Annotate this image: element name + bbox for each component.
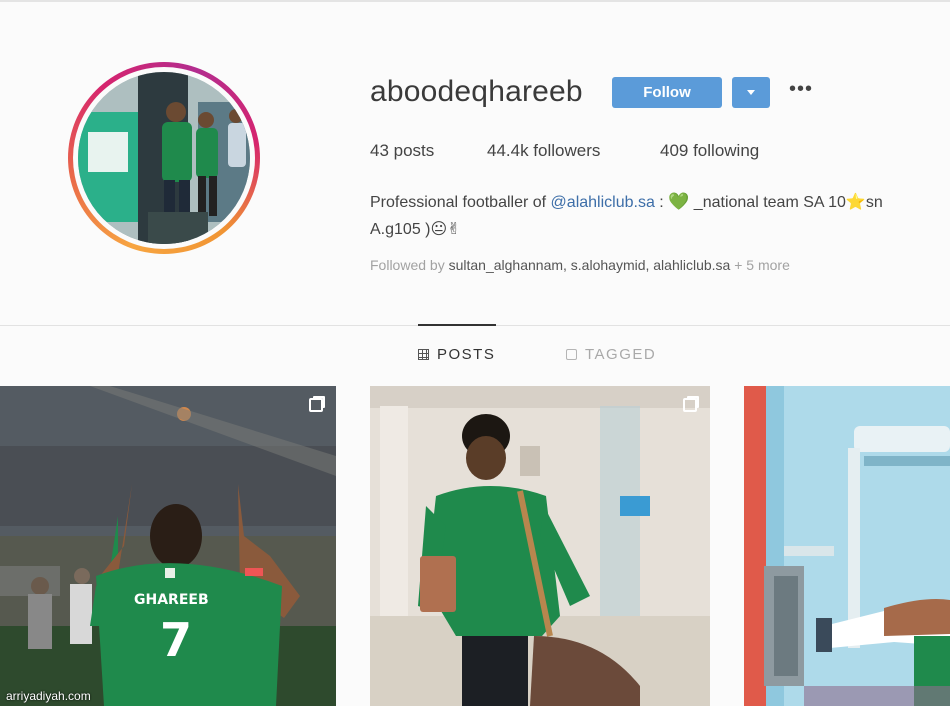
post-thumbnail-2[interactable] — [370, 386, 710, 706]
post-1-photo: GHAREEB 7 — [0, 386, 336, 706]
top-border — [0, 0, 950, 2]
followed-by[interactable]: Followed by sultan_alghannam, s.alohaymi… — [370, 257, 790, 273]
profile-username: aboodeqhareeb — [370, 75, 583, 108]
jersey-number: 7 — [160, 613, 192, 667]
post-3-photo — [744, 386, 950, 706]
bio-line-1: Professional footballer of @alahliclub.s… — [370, 188, 950, 216]
star-icon: ⭐ — [845, 194, 866, 211]
tab-posts[interactable]: POSTS — [418, 346, 495, 363]
profile-bio: Professional footballer of @alahliclub.s… — [370, 188, 950, 243]
posts-count: 43 posts — [370, 141, 435, 160]
carousel-icon — [683, 398, 697, 412]
post-thumbnail-3[interactable] — [744, 386, 950, 706]
post-2-photo — [370, 386, 710, 706]
story-ring[interactable] — [68, 62, 260, 254]
suggested-dropdown-button[interactable] — [732, 77, 770, 108]
followed-by-names[interactable]: sultan_alghannam, s.alohaymid, alahliclu… — [449, 257, 731, 273]
tab-tagged[interactable]: TAGGED — [566, 346, 656, 363]
tagged-icon — [566, 349, 577, 360]
club-mention-link[interactable]: @alahliclub.sa — [551, 194, 655, 211]
bio-line-2: A.g105 )😐✌ — [370, 221, 461, 238]
post-thumbnail-1[interactable]: GHAREEB 7 — [0, 386, 336, 706]
avatar[interactable] — [78, 72, 250, 244]
more-options-button[interactable]: ••• — [789, 78, 813, 101]
active-tab-indicator — [418, 324, 496, 326]
following-count[interactable]: 409 following — [660, 141, 759, 161]
jersey-name: GHAREEB — [134, 592, 209, 608]
carousel-icon — [309, 398, 323, 412]
green-heart-icon: 💚 — [668, 192, 690, 211]
follow-button[interactable]: Follow — [612, 77, 722, 108]
avatar-photo — [78, 72, 250, 244]
chevron-down-icon — [747, 90, 755, 95]
grid-icon — [418, 349, 429, 360]
followers-count[interactable]: 44.4k followers — [487, 141, 600, 161]
watermark: arriyadiyah.com — [6, 689, 91, 703]
